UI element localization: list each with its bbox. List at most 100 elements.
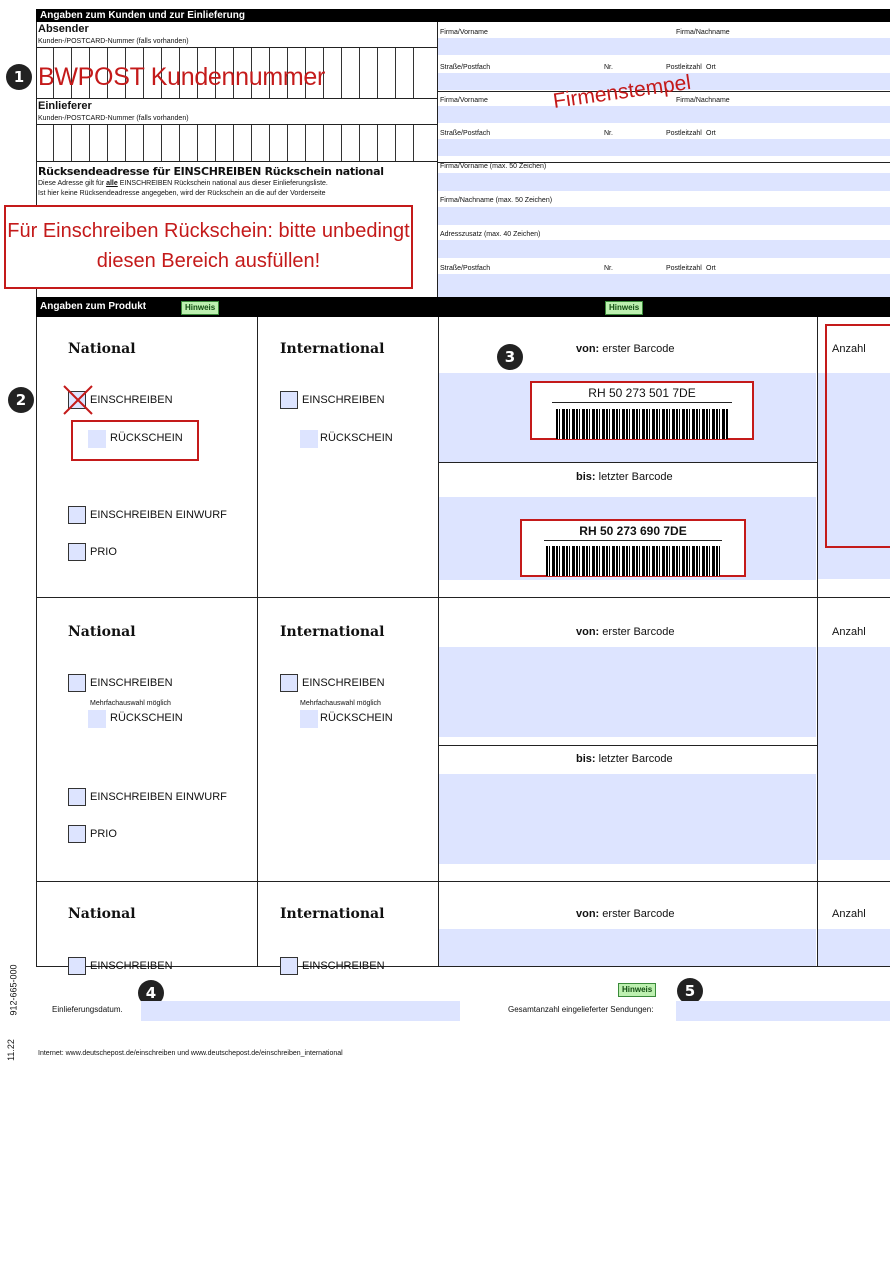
rueckschein-note: Für Einschreiben Rückschein: bitte unbed… <box>4 205 413 289</box>
bis-label-2: bis: letzter Barcode <box>576 753 673 765</box>
label-r-zusatz: Adresszusatz (max. 40 Zeichen) <box>440 231 541 238</box>
anzahl-highlight <box>825 324 890 548</box>
section-header-product: Angaben zum Produkt <box>36 297 890 317</box>
section-header-customer: Angaben zum Kunden und zur Einlieferung <box>36 9 890 22</box>
form-code: 912-665-000 <box>8 964 19 1016</box>
label-firma-vorname-2: Firma/Vorname <box>440 97 488 104</box>
int-rueckschein-label-2: RÜCKSCHEIN <box>320 712 393 724</box>
einlieferer-customer-label: Kunden-/POSTCARD-Nummer (falls vorhanden… <box>38 115 189 122</box>
internet-note: Internet: www.deutschepost.de/einschreib… <box>38 1050 343 1057</box>
int-einschreiben-checkbox-3[interactable] <box>280 957 298 975</box>
label-strasse-2: Straße/Postfach <box>440 130 491 137</box>
ruecksende-zusatz-field[interactable] <box>438 240 890 258</box>
int-einschreiben-label-1: EINSCHREIBEN <box>302 394 385 406</box>
international-heading-2: International <box>280 624 385 640</box>
divider <box>439 745 817 746</box>
bis-barcode-field-2[interactable] <box>439 774 816 864</box>
kundennummer-annotation: BWPOST Kundennummer <box>38 63 326 91</box>
label-nr-2: Nr. <box>604 130 613 137</box>
nat-einwurf-checkbox-2[interactable] <box>68 788 86 806</box>
nat-einwurf-label-2: EINSCHREIBEN EINWURF <box>90 791 227 803</box>
int-rueckschein-label-1: RÜCKSCHEIN <box>320 432 393 444</box>
divider <box>439 462 817 463</box>
label-ort: Ort <box>706 64 716 71</box>
ruecksende-street-field[interactable] <box>438 274 890 297</box>
datum-field[interactable] <box>141 1001 460 1021</box>
hinweis-button-2[interactable]: Hinweis <box>605 301 644 315</box>
nat-rueckschein-checkbox-1[interactable] <box>88 430 106 448</box>
nat-mehrfach-2: Mehrfachauswahl möglich <box>90 700 171 707</box>
ruecksende-desc-1: Diese Adresse gilt für alle EINSCHREIBEN… <box>38 180 328 187</box>
label-firma-nachname: Firma/Nachname <box>676 29 730 36</box>
int-einschreiben-checkbox-1[interactable] <box>280 391 298 409</box>
von-barcode-field-2[interactable] <box>439 647 816 737</box>
grid-line <box>257 317 258 967</box>
absender-customer-label: Kunden-/POSTCARD-Nummer (falls vorhanden… <box>38 38 189 45</box>
nat-prio-label-2: PRIO <box>90 828 117 840</box>
int-mehrfach-2: Mehrfachauswahl möglich <box>300 700 381 707</box>
nat-einschreiben-label-3: EINSCHREIBEN <box>90 960 173 972</box>
nat-einwurf-label-1: EINSCHREIBEN EINWURF <box>90 509 227 521</box>
label-r-nachname: Firma/Nachname (max. 50 Zeichen) <box>440 197 553 204</box>
nat-prio-label-1: PRIO <box>90 546 117 558</box>
label-plz-2: Postleitzahl <box>666 130 702 137</box>
label-strasse: Straße/Postfach <box>440 64 491 71</box>
label-r-strasse: Straße/Postfach <box>440 265 491 272</box>
einlieferer-name-field[interactable] <box>438 106 890 123</box>
product-title: Angaben zum Produkt <box>40 301 147 312</box>
barcode-last: RH 50 273 690 7DE <box>520 519 746 577</box>
nat-prio-checkbox-2[interactable] <box>68 825 86 843</box>
int-rueckschein-checkbox-2[interactable] <box>300 710 318 728</box>
von-label-3: von: erster Barcode <box>576 908 675 920</box>
label-r-plz: Postleitzahl <box>666 265 702 272</box>
nat-rueckschein-label-2: RÜCKSCHEIN <box>110 712 183 724</box>
label-r-vorname: Firma/Vorname (max. 50 Zeichen) <box>440 163 547 170</box>
anzahl-field-2[interactable] <box>818 647 890 860</box>
nat-rueckschein-checkbox-2[interactable] <box>88 710 106 728</box>
grid-line <box>36 317 37 967</box>
anzahl-label-3: Anzahl <box>832 908 866 920</box>
hinweis-button[interactable]: Hinweis <box>181 301 220 315</box>
bis-label-1: bis: letzter Barcode <box>576 471 673 483</box>
einlieferer-number-field[interactable] <box>36 124 438 162</box>
einlieferer-street-field[interactable] <box>438 139 890 156</box>
nat-einschreiben-label-1: EINSCHREIBEN <box>90 394 173 406</box>
anzahl-field-3[interactable] <box>818 929 890 966</box>
label-plz: Postleitzahl <box>666 64 702 71</box>
national-heading-2: National <box>68 624 136 640</box>
label-nr: Nr. <box>604 64 613 71</box>
int-einschreiben-label-3: EINSCHREIBEN <box>302 960 385 972</box>
datum-label: Einlieferungsdatum. <box>52 1005 123 1014</box>
nat-einwurf-checkbox-1[interactable] <box>68 506 86 524</box>
grid-line <box>36 881 890 882</box>
ruecksende-desc-2: Ist hier keine Rücksendeadresse angegebe… <box>38 190 326 197</box>
marker-2: 2 <box>8 387 34 413</box>
barcode-last-bars <box>546 546 720 576</box>
international-heading-3: International <box>280 906 385 922</box>
int-einschreiben-checkbox-2[interactable] <box>280 674 298 692</box>
ruecksende-nachname-field[interactable] <box>438 207 890 225</box>
grid-line <box>36 597 890 598</box>
anzahl-label-2: Anzahl <box>832 626 866 638</box>
marker-3: 3 <box>497 344 523 370</box>
nat-einschreiben-checkbox-2[interactable] <box>68 674 86 692</box>
von-barcode-field-3[interactable] <box>439 929 816 966</box>
absender-name-field[interactable] <box>438 38 890 55</box>
ruecksende-vorname-field[interactable] <box>438 173 890 191</box>
einlieferer-title: Einlieferer <box>38 100 92 112</box>
hinweis-button-3[interactable]: Hinweis <box>618 983 657 997</box>
address-panel: Firma/Vorname Firma/Nachname Straße/Post… <box>438 22 890 297</box>
marker-1: 1 <box>6 64 32 90</box>
gesamt-field[interactable] <box>676 1001 890 1021</box>
label-firma-nachname-2: Firma/Nachname <box>676 97 730 104</box>
nat-einschreiben-label-2: EINSCHREIBEN <box>90 677 173 689</box>
nat-rueckschein-label-1: RÜCKSCHEIN <box>110 432 183 444</box>
int-rueckschein-checkbox-1[interactable] <box>300 430 318 448</box>
national-heading-1: National <box>68 341 136 357</box>
int-einschreiben-label-2: EINSCHREIBEN <box>302 677 385 689</box>
label-firma-vorname: Firma/Vorname <box>440 29 488 36</box>
nat-einschreiben-checkbox-3[interactable] <box>68 957 86 975</box>
absender-title: Absender <box>38 23 89 35</box>
label-r-nr: Nr. <box>604 265 613 272</box>
nat-prio-checkbox-1[interactable] <box>68 543 86 561</box>
